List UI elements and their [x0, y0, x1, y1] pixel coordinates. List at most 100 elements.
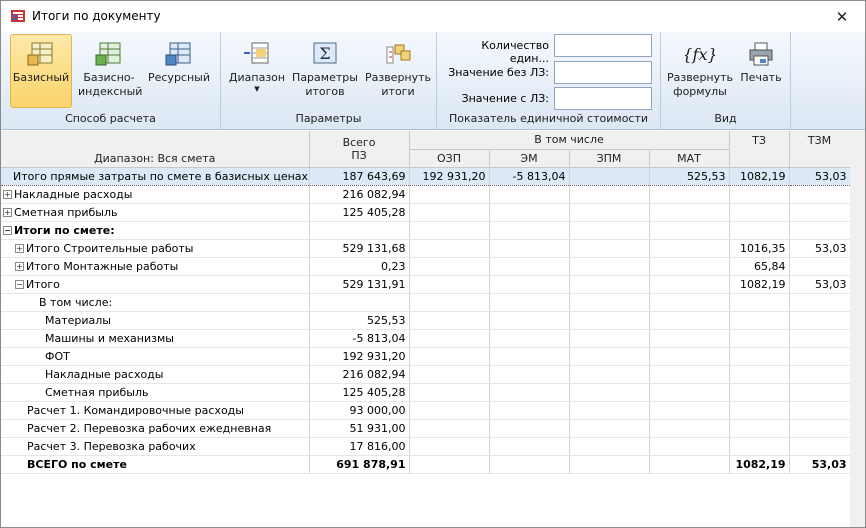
totals-grid: Диапазон: Вся смета Всего ПЗ В том числе …	[1, 131, 851, 475]
close-button[interactable]: ✕	[819, 1, 865, 32]
cell-value	[489, 311, 570, 330]
header-zpm[interactable]: ЗПМ	[569, 149, 650, 168]
row-label: ВСЕГО по смете	[1, 455, 310, 474]
printer-icon	[749, 42, 773, 66]
row-label-text: В том числе:	[39, 295, 113, 309]
table-row[interactable]: + Сметная прибыль 125 405,28	[1, 203, 851, 222]
range-button[interactable]: Диапазон ▼	[227, 34, 287, 108]
header-ozp[interactable]: ОЗП	[409, 149, 490, 168]
cell-value: 216 082,94	[309, 185, 410, 204]
table-row[interactable]: Машины и механизмы -5 813,04	[1, 329, 851, 348]
collapse-icon[interactable]: −	[3, 226, 12, 235]
expand-icon[interactable]: +	[15, 262, 24, 271]
cell-value	[409, 347, 490, 366]
ribbon-group-view: {fx} Развернуть формулы Печать Вид	[661, 32, 791, 130]
row-label-text: Итоги по смете:	[14, 223, 115, 237]
table-row[interactable]: Расчет 3. Перевозка рабочих 17 816,00	[1, 437, 851, 456]
table-row[interactable]: − Итого 529 131,91 1082,19 53,03	[1, 275, 851, 294]
row-label-text: ФОТ	[45, 349, 70, 363]
vertical-scrollbar[interactable]	[850, 131, 865, 527]
cell-value: 525,53	[309, 311, 410, 330]
cell-value	[729, 437, 790, 456]
cell-value	[489, 257, 570, 276]
row-label: Материалы	[1, 311, 310, 330]
row-label: + Итого Монтажные работы	[1, 257, 310, 276]
cell-value	[569, 203, 650, 222]
cell-value	[489, 293, 570, 312]
cell-value: 216 082,94	[309, 365, 410, 384]
value-with-lz-label: Значение с ЛЗ:	[461, 92, 549, 105]
row-label-text: Накладные расходы	[14, 187, 133, 201]
table-row[interactable]: + Итого Монтажные работы 0,23 65,84	[1, 257, 851, 276]
value-without-lz-field[interactable]	[554, 61, 652, 84]
qty-field[interactable]	[554, 34, 652, 57]
cell-value	[729, 311, 790, 330]
table-row[interactable]: + Итого Строительные работы 529 131,68 1016…	[1, 239, 851, 258]
view-group-label: Вид	[714, 112, 737, 125]
header-total[interactable]: Всего ПЗ	[309, 131, 410, 168]
row-label: + Накладные расходы	[1, 185, 310, 204]
cell-value: 1082,19	[729, 166, 790, 186]
table-icon	[27, 42, 53, 66]
sigma-icon: Σ	[313, 42, 337, 64]
print-button[interactable]: Печать	[738, 34, 784, 108]
header-tz[interactable]: ТЗ	[729, 131, 790, 168]
cell-value: 192 931,20	[309, 347, 410, 366]
header-em[interactable]: ЭМ	[489, 149, 570, 168]
ribbon-group-params: Диапазон ▼ Σ Параметры итогов Развернуть…	[221, 32, 437, 130]
cell-value: 1082,19	[729, 455, 790, 474]
table-row[interactable]: ФОТ 192 931,20	[1, 347, 851, 366]
row-label: − Итоги по смете:	[1, 221, 310, 240]
cell-value	[489, 203, 570, 222]
cell-value	[569, 455, 650, 474]
table-row[interactable]: Расчет 2. Перевозка рабочих ежедневная 51…	[1, 419, 851, 438]
cell-value	[729, 293, 790, 312]
table-row[interactable]: ВСЕГО по смете 691 878,91 1082,19 53,03	[1, 455, 851, 474]
cell-value	[789, 203, 851, 222]
table-row[interactable]: Итого прямые затраты по смете в базисных…	[1, 166, 851, 186]
expand-totals-button[interactable]: Развернуть итоги	[363, 34, 433, 108]
row-label-text: Итого	[26, 277, 60, 291]
cell-value	[789, 383, 851, 402]
range-label: Диапазон	[228, 71, 286, 84]
table-row[interactable]: Расчет 1. Командировочные расходы 93 000,…	[1, 401, 851, 420]
basic-index-button[interactable]: Базисно-индексный	[77, 34, 142, 108]
total-params-button[interactable]: Σ Параметры итогов	[291, 34, 359, 108]
unit-group-label: Показатель единичной стоимости	[448, 112, 649, 125]
print-label: Печать	[740, 71, 782, 84]
params-group-label: Параметры	[295, 112, 362, 125]
expand-icon[interactable]: +	[3, 208, 12, 217]
basic-button[interactable]: Базисный	[10, 34, 72, 108]
table-row[interactable]: + Накладные расходы 216 082,94	[1, 185, 851, 204]
header-total-line1: Всего	[342, 135, 376, 149]
table-row[interactable]: − Итоги по смете:	[1, 221, 851, 240]
header-tzm[interactable]: ТЗМ	[789, 131, 851, 168]
resource-button[interactable]: Ресурсный	[146, 34, 212, 108]
cell-value	[409, 419, 490, 438]
expand-formulas-button[interactable]: {fx} Развернуть формулы	[665, 34, 735, 108]
table-row[interactable]: Материалы 525,53	[1, 311, 851, 330]
title-bar: Итоги по документу ✕	[1, 1, 865, 32]
expand-icon[interactable]: +	[15, 244, 24, 253]
expand-icon[interactable]: +	[3, 190, 12, 199]
cell-value	[409, 293, 490, 312]
collapse-icon[interactable]: −	[15, 280, 24, 289]
row-label-text: Материалы	[45, 313, 111, 327]
grid-body: Итого прямые затраты по смете в базисных…	[1, 166, 851, 474]
table-row[interactable]: В том числе:	[1, 293, 851, 312]
header-mat[interactable]: МАТ	[649, 149, 730, 168]
value-with-lz-field[interactable]	[554, 87, 652, 110]
row-label-text: Итого прямые затраты по смете в базисных…	[13, 169, 309, 183]
header-range[interactable]: Диапазон: Вся смета	[1, 131, 310, 168]
table-row[interactable]: Накладные расходы 216 082,94	[1, 365, 851, 384]
cell-value	[649, 329, 730, 348]
cell-value	[789, 365, 851, 384]
cell-value	[789, 311, 851, 330]
cell-value	[729, 221, 790, 240]
formula-icon: {fx}	[685, 45, 715, 64]
cell-value: 525,53	[649, 166, 730, 186]
ribbon: Базисный Базисно-индексный Ресурсный Спо…	[1, 32, 865, 130]
cell-value	[569, 166, 650, 186]
cell-value	[489, 221, 570, 240]
table-row[interactable]: Сметная прибыль 125 405,28	[1, 383, 851, 402]
